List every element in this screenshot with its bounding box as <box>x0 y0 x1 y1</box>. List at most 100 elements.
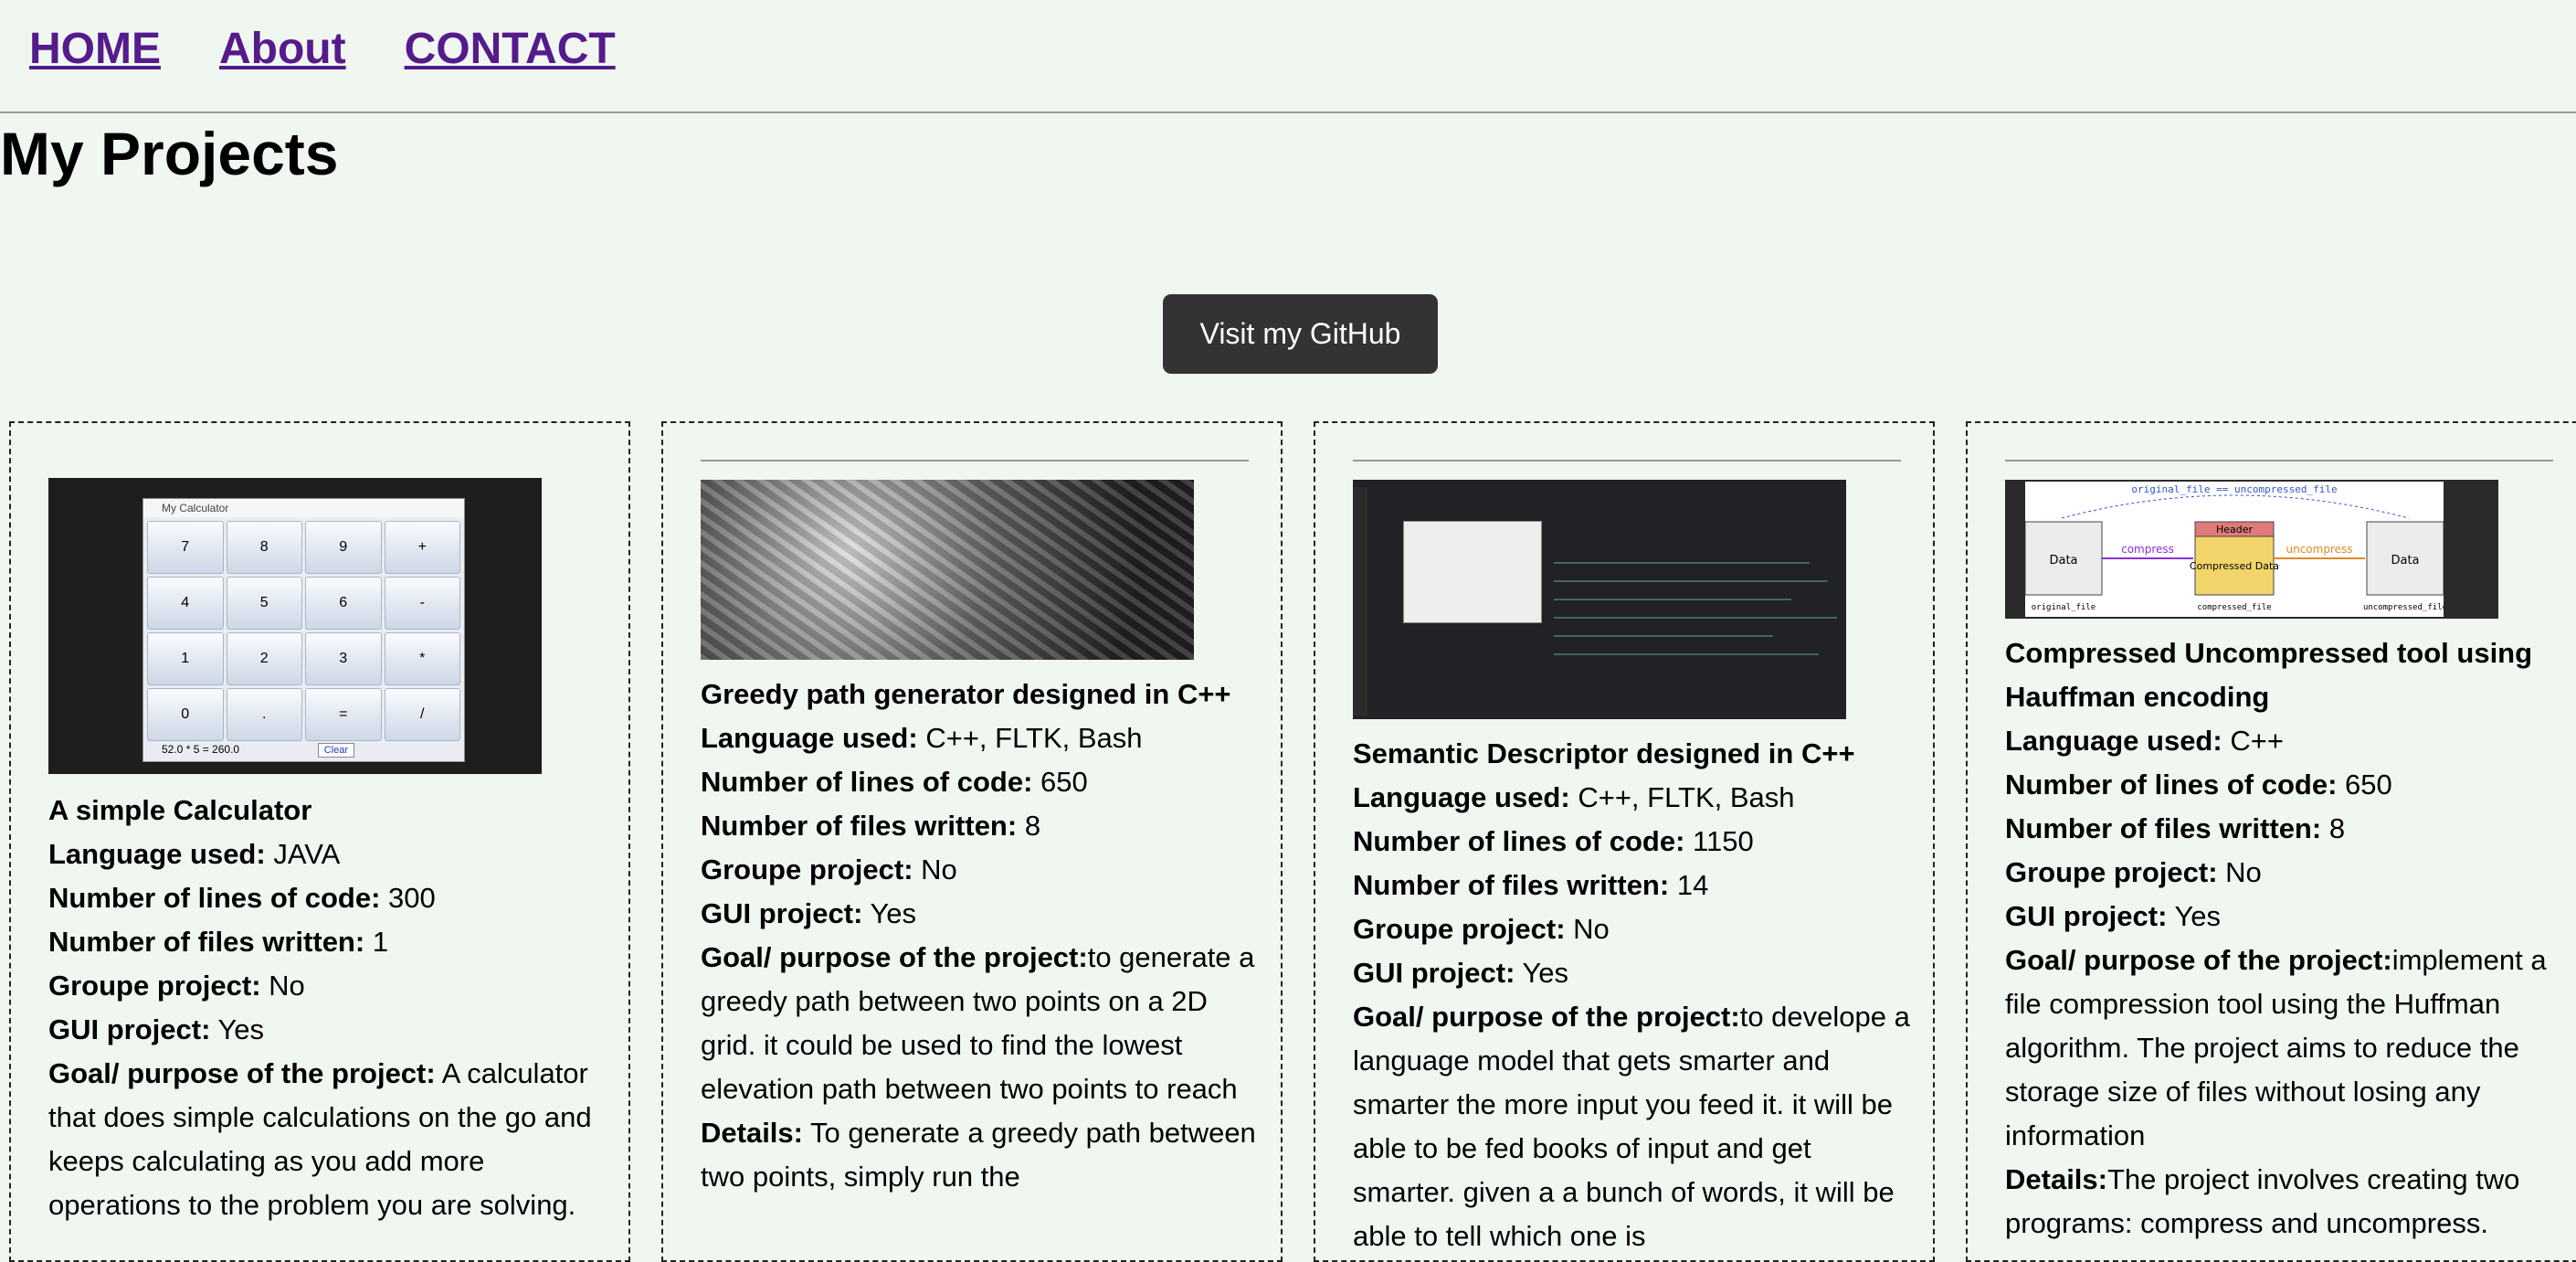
lines-row: Number of lines of code: 300 <box>48 876 610 920</box>
goal-row: Goal/ purpose of the project:implement a… <box>2005 939 2562 1158</box>
gui-label: GUI project: <box>2005 900 2168 932</box>
calculator-key: 9 <box>305 521 382 574</box>
files-value: 8 <box>2328 812 2346 844</box>
calculator-screenshot: My Calculator 7 8 9 +4 5 6- 1 2 3 * 0. =/ 52.0 * 5 … <box>48 478 542 774</box>
group-label: Groupe project: <box>48 970 261 1002</box>
project-name: Compressed Uncompressed tool using Hauff… <box>2005 637 2533 713</box>
calculator-window-title: My Calculator <box>143 499 464 517</box>
language-value: C++, FLTK, Bash <box>1578 781 1795 813</box>
details-label: Details: <box>701 1117 803 1149</box>
top-nav: HOME About CONTACT <box>29 16 616 80</box>
project-name: Semantic Descriptor designed in C++ <box>1353 737 1855 769</box>
ide-dialog <box>1403 521 1542 623</box>
calculator-key: 0 <box>147 688 224 741</box>
language-value: C++, FLTK, Bash <box>925 722 1143 754</box>
terrain-screenshot <box>701 480 1194 660</box>
project-card-calculator: My Calculator 7 8 9 +4 5 6-1 2 3 * 0. =/ 52.0 * 5 … <box>9 421 630 1262</box>
language-label: Language used: <box>2005 725 2222 757</box>
calculator-key: / <box>384 688 460 741</box>
gui-label: GUI project: <box>48 1013 211 1045</box>
gui-value: Yes <box>1522 957 1569 989</box>
nav-divider <box>0 111 2576 113</box>
gui-row: GUI project: Yes <box>1353 951 1915 995</box>
details-row: Details:The project involves creating tw… <box>2005 1158 2562 1246</box>
lines-label: Number of lines of code: <box>701 766 1033 798</box>
calculator-window: My Calculator 7 8 9 +4 5 6- 1 2 3 * 0. =/ 52.0 * 5 … <box>143 498 465 762</box>
gui-row: GUI project: Yes <box>48 1008 610 1052</box>
project-card-semantic-descriptor: Semantic Descriptor designed in C++ Lang… <box>1314 421 1935 1262</box>
calculator-key: + <box>384 521 460 574</box>
card-divider <box>1353 460 1901 461</box>
diagram-left-caption: original_file <box>2032 603 2096 612</box>
files-row: Number of files written: 8 <box>701 804 1262 848</box>
files-value: 14 <box>1676 869 1709 901</box>
goal-row: Goal/ purpose of the project:to develope… <box>1353 995 1915 1258</box>
nav-home-link[interactable]: HOME <box>29 24 161 74</box>
language-label: Language used: <box>48 838 266 870</box>
calculator-key: = <box>305 688 382 741</box>
group-row: Groupe project: No <box>1353 907 1915 951</box>
language-row: Language used: C++, FLTK, Bash <box>1353 776 1915 820</box>
calculator-key: 1 <box>147 632 224 685</box>
goal-label: Goal/ purpose of the project: <box>1353 1001 1740 1033</box>
lines-value: 300 <box>388 882 436 914</box>
diagram-svg: original_file == uncompressed_file Data … <box>2025 482 2444 617</box>
lines-label: Number of lines of code: <box>48 882 381 914</box>
gui-value: Yes <box>2174 900 2222 932</box>
diagram-uncompress-label: uncompress <box>2286 543 2352 556</box>
compression-diagram: original_file == uncompressed_file Data … <box>2005 480 2498 619</box>
calculator-key: 6 <box>305 577 382 630</box>
goal-label: Goal/ purpose of the project: <box>701 941 1088 973</box>
project-details: A simple Calculator Language used: JAVA … <box>48 789 610 1227</box>
project-card-greedy-path: Greedy path generator designed in C++ La… <box>661 421 1283 1262</box>
files-label: Number of files written: <box>48 926 365 958</box>
language-row: Language used: C++ <box>2005 719 2562 763</box>
ide-dock <box>1353 487 1367 716</box>
ide-screenshot <box>1353 480 1846 719</box>
group-value: No <box>2225 856 2262 888</box>
language-value: C++ <box>2230 725 2284 757</box>
group-label: Groupe project: <box>2005 856 2218 888</box>
gui-row: GUI project: Yes <box>2005 895 2562 939</box>
github-button[interactable]: Visit my GitHub <box>1163 294 1438 374</box>
diagram-right-box: Data <box>2391 554 2419 567</box>
lines-label: Number of lines of code: <box>2005 769 2338 801</box>
calculator-key: 4 <box>147 577 224 630</box>
language-row: Language used: JAVA <box>48 832 610 876</box>
language-row: Language used: C++, FLTK, Bash <box>701 716 1262 760</box>
lines-value: 650 <box>1040 766 1088 798</box>
files-label: Number of files written: <box>701 810 1018 842</box>
diagram-top-label: original_file == uncompressed_file <box>2131 483 2337 495</box>
gui-value: Yes <box>217 1013 265 1045</box>
diagram-right-caption: uncompressed_file <box>2363 603 2444 612</box>
group-value: No <box>1573 913 1610 945</box>
calculator-key: . <box>226 688 302 741</box>
calculator-key: 7 <box>147 521 224 574</box>
group-label: Groupe project: <box>701 854 913 886</box>
lines-row: Number of lines of code: 650 <box>701 760 1262 804</box>
lines-row: Number of lines of code: 650 <box>2005 763 2562 807</box>
group-value: No <box>269 970 305 1002</box>
gui-value: Yes <box>870 897 917 929</box>
code-line <box>1554 562 1810 564</box>
calculator-key: 3 <box>305 632 382 685</box>
code-line <box>1554 599 1791 600</box>
files-row: Number of files written: 1 <box>48 920 610 964</box>
calculator-key: 5 <box>226 577 302 630</box>
project-details: Compressed Uncompressed tool using Hauff… <box>2005 631 2562 1246</box>
card-divider <box>2005 460 2553 461</box>
group-row: Groupe project: No <box>2005 851 2562 895</box>
page-title: My Projects <box>0 120 339 187</box>
nav-contact-link[interactable]: CONTACT <box>405 24 616 74</box>
lines-value: 1150 <box>1693 825 1754 857</box>
calculator-key: - <box>384 577 460 630</box>
lines-label: Number of lines of code: <box>1353 825 1685 857</box>
project-card-compression-tool: original_file == uncompressed_file Data … <box>1966 421 2576 1262</box>
lines-value: 650 <box>2345 769 2392 801</box>
lines-row: Number of lines of code: 1150 <box>1353 820 1915 864</box>
goal-row: Goal/ purpose of the project:to generate… <box>701 936 1262 1111</box>
project-name: A simple Calculator <box>48 794 312 826</box>
calculator-key: 8 <box>226 521 302 574</box>
calculator-keypad: 7 8 9 +4 5 6- 1 2 3 * 0. = / <box>143 517 464 745</box>
nav-about-link[interactable]: About <box>219 24 346 74</box>
